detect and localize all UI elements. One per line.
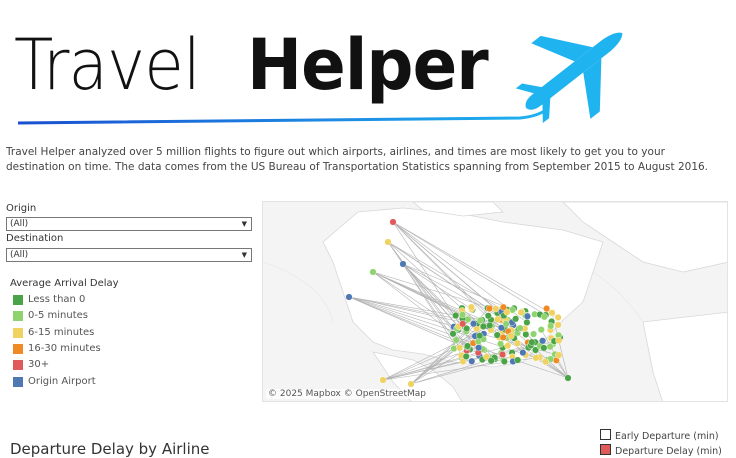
app-logo: Travel Helper <box>0 0 736 140</box>
airport-point <box>514 356 522 364</box>
map-credit: © 2025 Mapbox © OpenStreetMap <box>266 389 428 399</box>
chevron-down-icon: ▼ <box>241 220 247 228</box>
airport-point <box>542 358 550 366</box>
flight-map[interactable]: © 2025 Mapbox © OpenStreetMap <box>262 201 728 402</box>
airport-point <box>452 336 460 344</box>
airport-point <box>519 349 527 357</box>
legend-label: 6-15 minutes <box>28 327 95 338</box>
airport-point <box>476 316 484 324</box>
airport-point <box>475 344 483 352</box>
airport-point <box>379 376 387 384</box>
airport-point <box>512 315 520 323</box>
airport-point <box>564 374 572 382</box>
key-departure-delay[interactable]: Departure Delay (min) <box>600 444 722 457</box>
origin-select-value: (All) <box>10 219 29 229</box>
airport-point <box>469 320 477 328</box>
airport-point <box>498 351 506 359</box>
intro-text: Travel Helper analyzed over 5 million fl… <box>6 146 709 173</box>
airport-point <box>479 322 487 330</box>
legend-swatch <box>13 377 23 387</box>
key-swatch <box>600 429 611 440</box>
airport-point <box>523 318 531 326</box>
airport-point <box>494 315 502 323</box>
airport-point <box>499 303 507 311</box>
airport-point <box>487 357 495 365</box>
airport-point <box>485 305 493 313</box>
legend-label: Less than 0 <box>28 294 86 305</box>
key-swatch <box>600 444 611 455</box>
logo-graphic <box>17 32 623 125</box>
airport-point <box>547 322 555 330</box>
airport-point <box>484 312 492 320</box>
legend-swatch <box>13 360 23 370</box>
airport-point <box>369 268 377 276</box>
airport-point <box>459 320 467 328</box>
airport-point <box>449 330 457 338</box>
airport-point <box>493 331 501 339</box>
airport-point <box>500 357 508 365</box>
airport-point <box>499 333 507 341</box>
legend-swatch <box>13 328 23 338</box>
airport-point <box>532 354 540 362</box>
airport-point <box>462 352 470 360</box>
departure-delay-title: Departure Delay by Airline <box>10 440 210 458</box>
airport-point <box>486 321 494 329</box>
airport-point <box>497 340 505 348</box>
airport-point <box>548 309 556 317</box>
legend-label: 0-5 minutes <box>28 310 88 321</box>
airport-point <box>464 342 472 350</box>
airport-point <box>537 326 545 334</box>
legend-swatch <box>13 295 23 305</box>
airport-point <box>540 344 548 352</box>
airport-point <box>456 344 464 352</box>
key-label: Departure Delay (min) <box>615 446 722 457</box>
legend-label: Origin Airport <box>28 376 96 387</box>
airport-point <box>345 293 353 301</box>
airport-point <box>554 321 562 329</box>
airport-point <box>523 312 531 320</box>
airport-point <box>539 337 547 345</box>
legend-label: 30+ <box>28 359 50 370</box>
chevron-down-icon: ▼ <box>241 251 247 259</box>
destination-select-value: (All) <box>10 250 29 260</box>
airport-point <box>467 303 475 311</box>
airport-point <box>507 332 515 340</box>
airport-point <box>384 238 392 246</box>
airport-point <box>522 330 530 338</box>
airport-point <box>504 342 512 350</box>
airport-point <box>543 305 551 313</box>
airport-point <box>528 338 536 346</box>
legend-swatch <box>13 311 23 321</box>
destination-select[interactable]: (All) ▼ <box>6 248 252 262</box>
legend-label: 16-30 minutes <box>28 343 101 354</box>
airport-point <box>399 260 407 268</box>
airport-point <box>450 345 458 353</box>
airport-point <box>468 357 476 365</box>
origin-select[interactable]: (All) ▼ <box>6 217 252 231</box>
origin-label: Origin <box>6 203 37 214</box>
airport-point <box>476 332 484 340</box>
map-canvas[interactable] <box>263 202 728 402</box>
key-label: Early Departure (min) <box>615 431 719 442</box>
airport-point <box>517 308 525 316</box>
airport-point <box>389 218 397 226</box>
airport-point <box>546 343 554 351</box>
airport-point <box>514 339 522 347</box>
legend-swatch <box>13 344 23 354</box>
airport-point <box>516 324 524 332</box>
airport-point <box>459 311 467 319</box>
airport-point <box>555 337 563 345</box>
key-early-departure[interactable]: Early Departure (min) <box>600 429 719 442</box>
airport-point <box>502 320 510 328</box>
legend-title: Average Arrival Delay <box>10 278 119 289</box>
airport-point <box>554 313 562 321</box>
airport-point <box>555 351 563 359</box>
airport-point <box>540 313 548 321</box>
airport-point <box>452 311 460 319</box>
destination-label: Destination <box>6 233 64 244</box>
airport-point <box>407 380 415 388</box>
map-land <box>322 202 727 401</box>
airport-point <box>530 330 538 338</box>
